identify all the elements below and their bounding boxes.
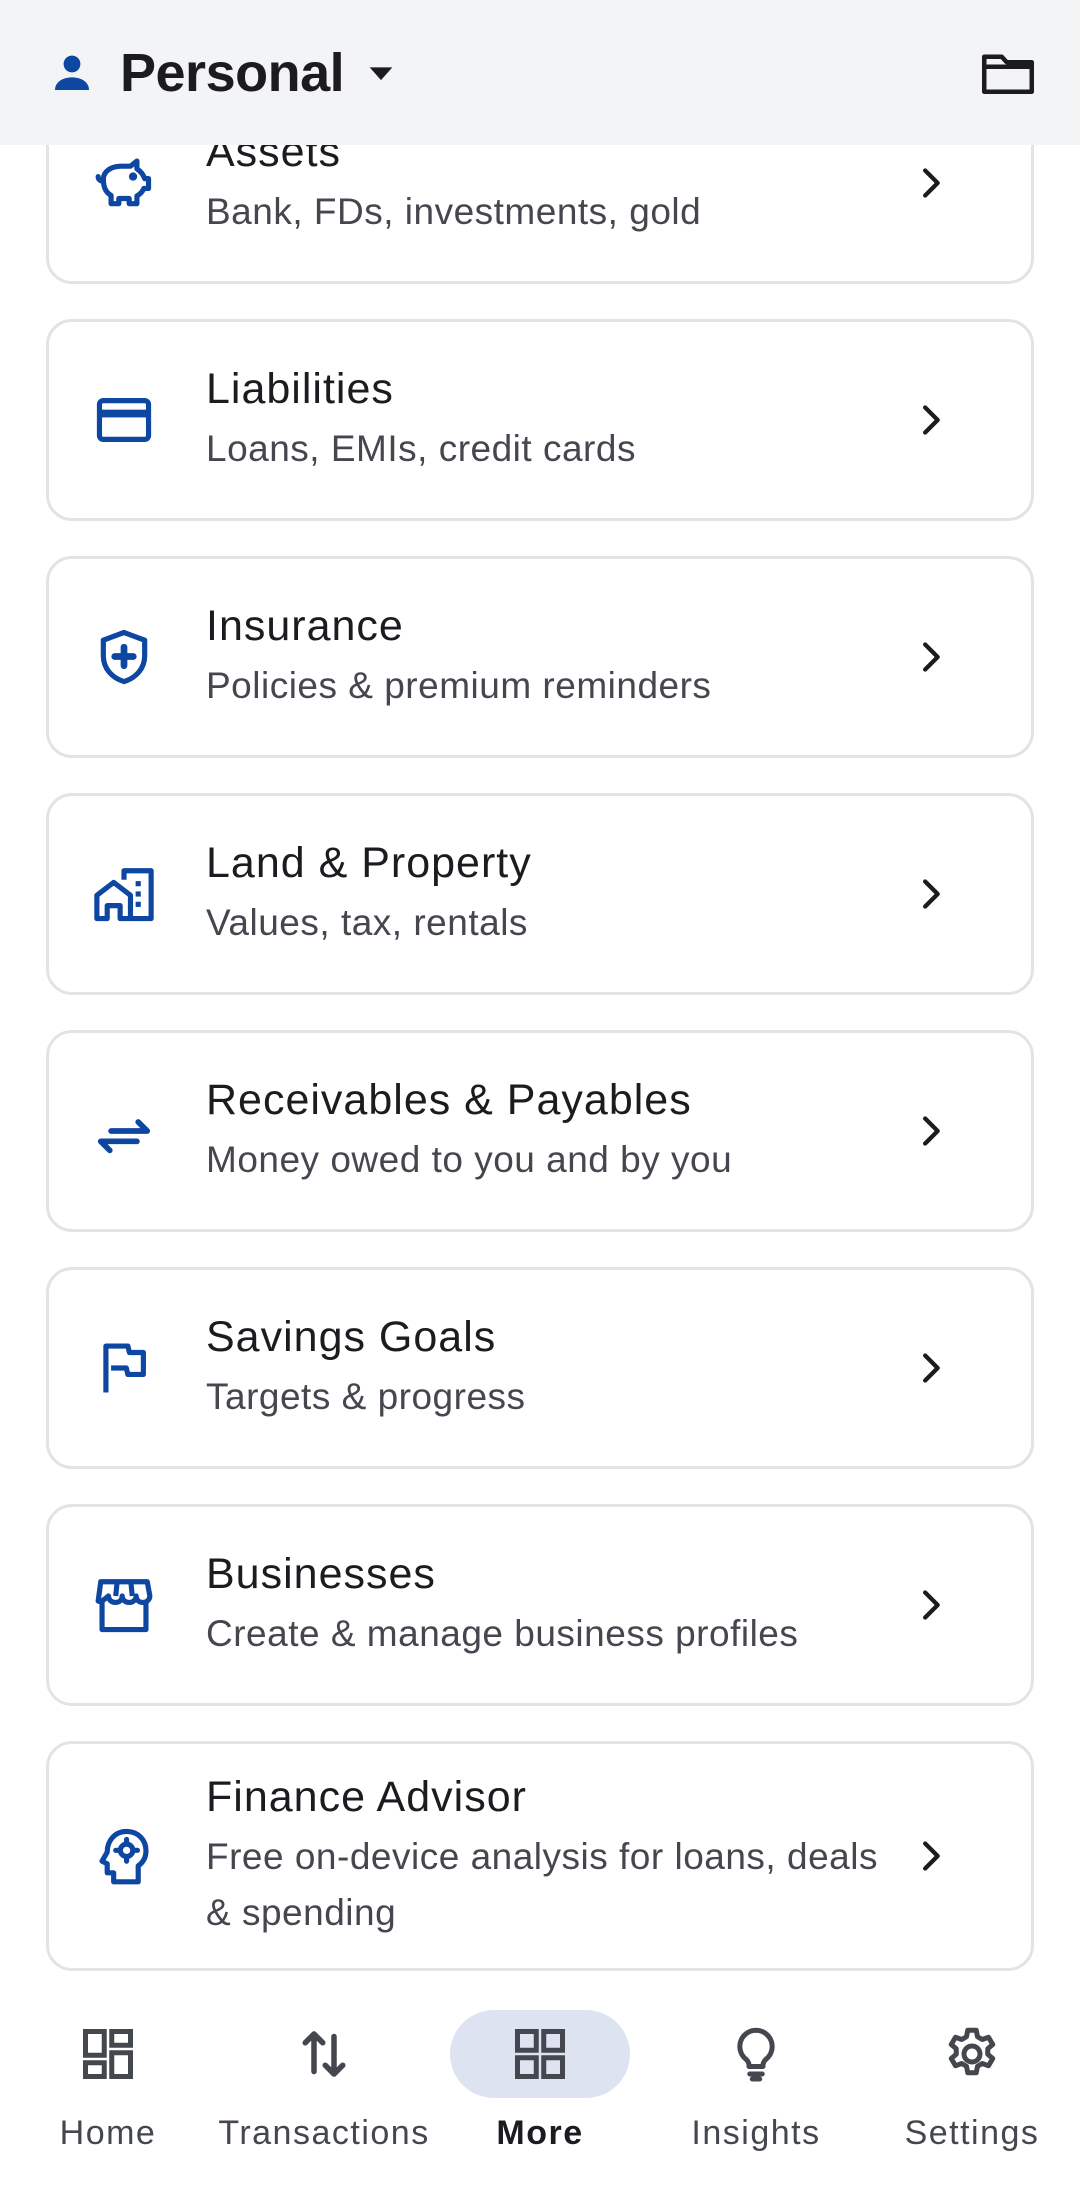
- card-title: Assets: [206, 145, 342, 176]
- lightbulb-icon: [737, 2027, 775, 2082]
- card-subtitle: Loans, EMIs, credit cards: [206, 428, 636, 469]
- nav-settings[interactable]: Settings: [864, 1972, 1080, 2190]
- card-subtitle: Create & manage business profiles: [206, 1613, 799, 1654]
- card-title: Finance Advisor: [206, 1773, 527, 1821]
- card-title: Receivables & Payables: [206, 1076, 692, 1124]
- caret-down-icon: [369, 66, 393, 80]
- card-subtitle: Money owed to you and by you: [206, 1139, 733, 1180]
- nav-indicator: [666, 2010, 846, 2098]
- grid-icon: [515, 2029, 565, 2079]
- gear-icon: [948, 2027, 996, 2076]
- card-title: Land & Property: [206, 839, 532, 887]
- card-insurance[interactable]: Insurance Policies & premium reminders: [46, 556, 1034, 758]
- card-finance-advisor[interactable]: Finance Advisor Free on-device analysis …: [46, 1741, 1034, 1971]
- swap-vertical-icon: [302, 2031, 346, 2077]
- nav-label: More: [496, 2114, 584, 2152]
- chevron-right-icon: [923, 1353, 940, 1383]
- card-subtitle: Free on-device analysis for loans, deals…: [206, 1836, 878, 1933]
- nav-label: Insights: [691, 2114, 821, 2152]
- chevron-right-icon: [923, 1590, 940, 1620]
- folder-icon: [982, 54, 1034, 94]
- top-app-bar: Personal: [0, 0, 1080, 145]
- credit-card-icon: [93, 389, 155, 451]
- card-businesses[interactable]: Businesses Create & manage business prof…: [46, 1504, 1034, 1706]
- nav-indicator: [450, 2010, 630, 2098]
- card-subtitle: Values, tax, rentals: [206, 902, 528, 943]
- card-title: Insurance: [206, 602, 404, 650]
- card-liabilities[interactable]: Liabilities Loans, EMIs, credit cards: [46, 319, 1034, 521]
- card-subtitle: Bank, FDs, investments, gold: [206, 191, 702, 232]
- buildings-icon: [93, 863, 155, 925]
- chevron-right-icon: [923, 405, 940, 435]
- dashboard-icon: [83, 2029, 133, 2079]
- nav-more[interactable]: More: [432, 1972, 648, 2190]
- card-subtitle: Policies & premium reminders: [206, 665, 712, 706]
- storefront-icon: [93, 1574, 155, 1636]
- card-assets[interactable]: Assets Bank, FDs, investments, gold: [46, 145, 1034, 284]
- nav-label: Transactions: [218, 2114, 430, 2152]
- flag-icon: [93, 1337, 155, 1399]
- nav-indicator: [234, 2010, 414, 2098]
- piggy-bank-icon: [93, 152, 155, 214]
- nav-indicator: [882, 2010, 1062, 2098]
- nav-label: Home: [59, 2114, 157, 2152]
- more-menu-list[interactable]: Assets Bank, FDs, investments, gold Liab…: [0, 145, 1080, 1972]
- nav-label: Settings: [904, 2114, 1040, 2152]
- nav-indicator: [18, 2010, 198, 2098]
- card-land-property[interactable]: Land & Property Values, tax, rentals: [46, 793, 1034, 995]
- card-title: Liabilities: [206, 365, 394, 413]
- advisor-head-icon: [93, 1825, 155, 1887]
- chevron-right-icon: [923, 1841, 940, 1871]
- nav-insights[interactable]: Insights: [648, 1972, 864, 2190]
- person-icon: [55, 55, 89, 90]
- folder-button[interactable]: [976, 41, 1040, 105]
- card-title: Savings Goals: [206, 1313, 497, 1361]
- nav-transactions[interactable]: Transactions: [216, 1972, 432, 2190]
- card-savings-goals[interactable]: Savings Goals Targets & progress: [46, 1267, 1034, 1469]
- chevron-right-icon: [923, 642, 940, 672]
- card-subtitle: Targets & progress: [206, 1376, 526, 1417]
- chevron-right-icon: [923, 1116, 940, 1146]
- profile-switcher[interactable]: Personal: [48, 42, 398, 104]
- card-receivables-payables[interactable]: Receivables & Payables Money owed to you…: [46, 1030, 1034, 1232]
- bottom-navigation: Home Transactions More Insights Settings: [0, 1972, 1080, 2190]
- shield-plus-icon: [93, 626, 155, 688]
- swap-arrows-icon: [93, 1100, 155, 1162]
- chevron-right-icon: [923, 168, 940, 198]
- profile-title: Personal: [120, 42, 345, 103]
- chevron-right-icon: [923, 879, 940, 909]
- card-title: Businesses: [206, 1550, 436, 1598]
- nav-home[interactable]: Home: [0, 1972, 216, 2190]
